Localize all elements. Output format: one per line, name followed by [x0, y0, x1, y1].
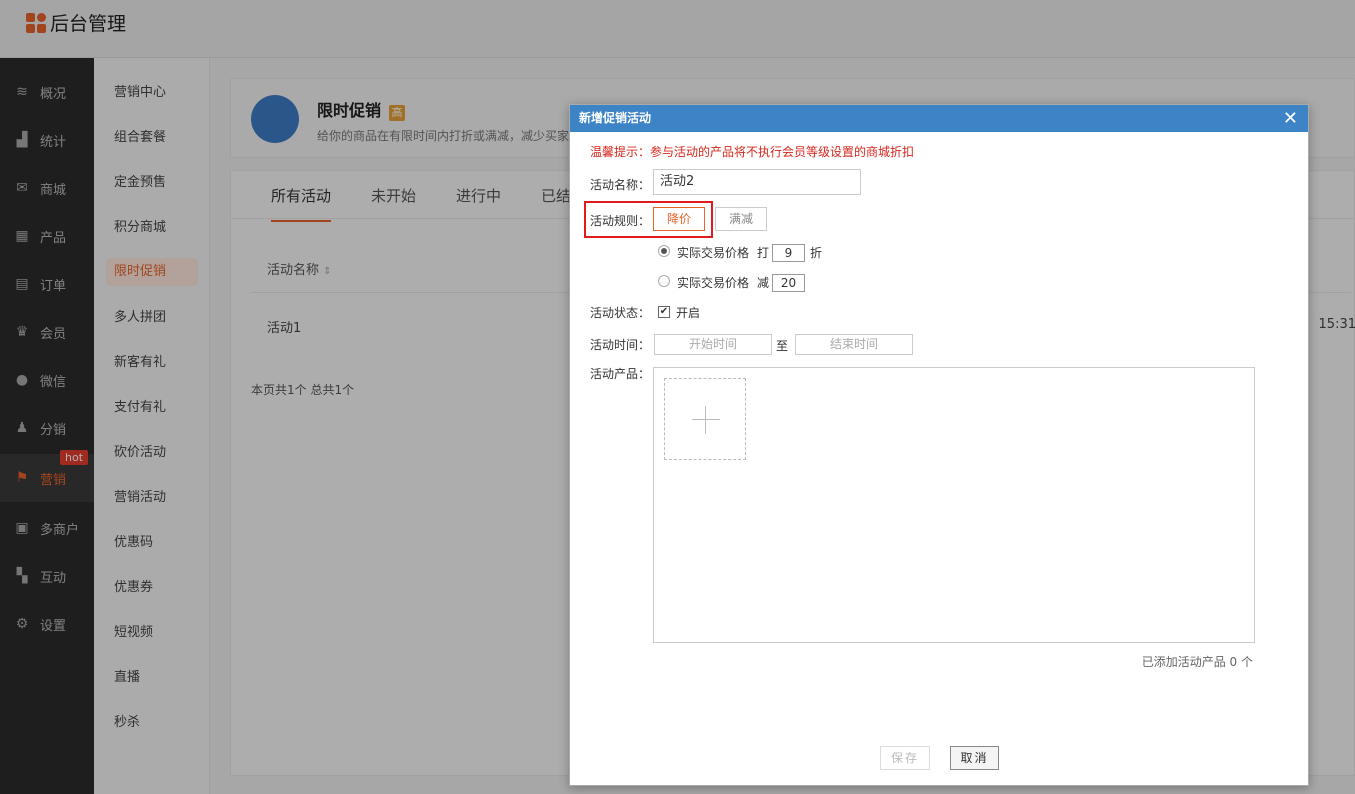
rule-full-reduce-button[interactable]: 满减 — [715, 207, 767, 231]
name-label: 活动名称： — [590, 178, 651, 192]
close-icon[interactable]: ✕ — [1283, 105, 1298, 132]
new-promotion-dialog: 新增促销活动 ✕ 温馨提示：参与活动的产品将不执行会员等级设置的商城折扣 活动名… — [569, 104, 1309, 786]
add-product-button[interactable] — [664, 378, 746, 460]
status-checkbox[interactable]: ✔ — [658, 306, 670, 318]
reduce-text: 实际交易价格 — [677, 276, 750, 290]
warning-tip: 温馨提示：参与活动的产品将不执行会员等级设置的商城折扣 — [590, 145, 915, 159]
discount-prefix: 打 — [757, 246, 770, 260]
reduce-input[interactable]: 20 — [772, 274, 805, 292]
end-time-input[interactable]: 结束时间 — [795, 334, 913, 355]
discount-suffix: 折 — [810, 246, 823, 260]
cancel-button[interactable]: 取消 — [950, 746, 999, 770]
product-label: 活动产品： — [590, 367, 651, 381]
reduce-radio[interactable] — [658, 275, 670, 287]
activity-name-input[interactable]: 活动2 — [653, 169, 861, 195]
rule-label: 活动规则： — [590, 214, 651, 228]
time-separator: 至 — [776, 339, 789, 353]
product-count: 已添加活动产品 0 个 — [1141, 655, 1253, 669]
dialog-title: 新增促销活动 — [579, 111, 652, 125]
plus-icon — [692, 419, 720, 420]
rule-price-cut-button[interactable]: 降价 — [653, 207, 705, 231]
status-text: 开启 — [676, 306, 701, 320]
discount-radio[interactable] — [658, 245, 670, 257]
discount-input[interactable]: 9 — [772, 244, 805, 262]
save-button[interactable]: 保存 — [880, 746, 930, 770]
reduce-prefix: 减 — [757, 276, 770, 290]
product-list — [653, 367, 1255, 643]
start-time-input[interactable]: 开始时间 — [654, 334, 772, 355]
time-label: 活动时间： — [590, 338, 651, 352]
status-label: 活动状态： — [590, 306, 651, 320]
dialog-header: 新增促销活动 ✕ — [570, 105, 1308, 132]
discount-text: 实际交易价格 — [677, 246, 750, 260]
